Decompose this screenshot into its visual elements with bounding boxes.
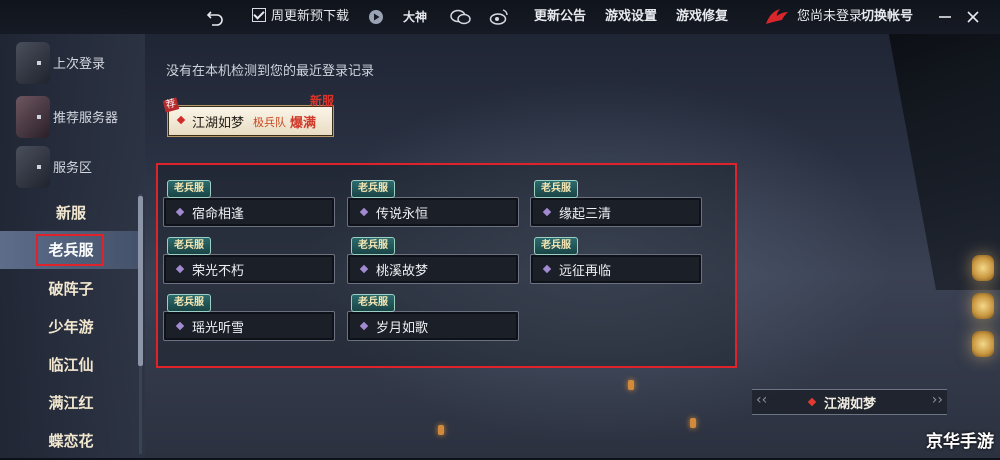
server-name: 远征再临 — [559, 264, 612, 279]
play-icon[interactable] — [367, 8, 385, 26]
recent-server-tag: 极兵队 — [253, 116, 286, 129]
dashen-link[interactable]: 大神 — [403, 0, 427, 34]
server-name: 缘起三清 — [559, 207, 612, 222]
server-button[interactable]: 荣光不朽 — [163, 254, 335, 284]
server-name: 桃溪故梦 — [376, 264, 429, 279]
server-name: 宿命相逢 — [192, 207, 245, 222]
veteran-badge: 老兵服 — [351, 294, 395, 312]
bullet-icon — [37, 61, 41, 65]
prev-arrow-icon[interactable]: ‹‹ — [756, 392, 767, 408]
server-name: 传说永恒 — [376, 207, 429, 222]
checkbox-checked-icon[interactable] — [252, 8, 266, 22]
server-diamond-icon — [359, 264, 369, 274]
recommend-corner-tag: 荐 — [162, 97, 180, 113]
server-sidebar: 上次登录 推荐服务器 服务区 新服 老兵服 破阵子 少年游 临江仙 满江红 蝶恋… — [0, 34, 145, 458]
sidebar-item-last-login[interactable]: 上次登录 — [16, 42, 134, 84]
update-notes-link[interactable]: 更新公告 — [534, 0, 586, 34]
veteran-badge: 老兵服 — [534, 237, 578, 255]
server-name: 岁月如歌 — [376, 321, 429, 336]
server-button[interactable]: 岁月如歌 — [347, 311, 519, 341]
sidebar-item-server-area[interactable]: 服务区 — [16, 146, 134, 188]
veteran-badge: 老兵服 — [167, 237, 211, 255]
category-new[interactable]: 新服 — [0, 194, 142, 232]
server-button[interactable]: 宿命相逢 — [163, 197, 335, 227]
game-repair-link[interactable]: 游戏修复 — [676, 0, 728, 34]
server-diamond-icon — [175, 207, 185, 217]
server-diamond-icon — [175, 264, 185, 274]
new-server-tag: 新服 — [310, 94, 335, 108]
login-status: 您尚未登录 — [797, 9, 863, 24]
server-diamond-icon — [359, 321, 369, 331]
server-button[interactable]: 远征再临 — [530, 254, 702, 284]
server-item[interactable]: 瑶光听雪 老兵服 — [163, 294, 335, 341]
lantern — [972, 293, 994, 319]
avatar — [16, 146, 50, 188]
weibo-icon[interactable] — [489, 8, 509, 26]
distant-lantern — [438, 425, 444, 435]
sidebar-item-label: 上次登录 — [53, 57, 106, 72]
game-settings-link[interactable]: 游戏设置 — [605, 0, 657, 34]
server-button[interactable]: 传说永恒 — [347, 197, 519, 227]
veteran-badge: 老兵服 — [351, 237, 395, 255]
current-server-diamond-icon — [807, 397, 817, 407]
veteran-badge: 老兵服 — [167, 294, 211, 312]
veteran-badge: 老兵服 — [534, 180, 578, 198]
server-item[interactable]: 宿命相逢 老兵服 — [163, 180, 335, 227]
back-icon[interactable] — [206, 8, 224, 26]
minimize-icon[interactable] — [936, 8, 954, 26]
recent-server-status: 爆满 — [290, 116, 317, 131]
roof-silhouette — [888, 30, 1000, 290]
server-item[interactable]: 岁月如歌 老兵服 — [347, 294, 519, 341]
veteran-badge: 老兵服 — [351, 180, 395, 198]
recent-server-button[interactable]: 荐 江湖如梦 极兵队 爆满 — [162, 97, 334, 137]
server-button[interactable]: 缘起三清 — [530, 197, 702, 227]
sidebar-item-label: 推荐服务器 — [53, 111, 119, 126]
avatar — [16, 96, 50, 138]
distant-lantern — [690, 418, 696, 428]
category-shaonianyou[interactable]: 少年游 — [0, 308, 142, 346]
lantern — [972, 331, 994, 357]
top-bar: 周更新预下载 大神 更新公告 游戏设置 游戏修复 您尚未登录 切换帐号 — [0, 0, 1000, 34]
sidebar-item-recommended[interactable]: 推荐服务器 — [16, 96, 134, 138]
category-linjiangxian[interactable]: 临江仙 — [0, 346, 142, 384]
sidebar-item-label: 服务区 — [53, 161, 93, 176]
watermark: 京华手游 — [926, 432, 994, 452]
category-manjianghong[interactable]: 满江红 — [0, 384, 142, 422]
switch-account-link[interactable]: 切换帐号 — [861, 0, 913, 34]
wechat-icon[interactable] — [450, 8, 472, 26]
bullet-icon — [37, 115, 41, 119]
veteran-badge: 老兵服 — [167, 180, 211, 198]
server-button[interactable]: 瑶光听雪 — [163, 311, 335, 341]
lantern — [972, 255, 994, 281]
scrollbar-thumb[interactable] — [138, 196, 143, 366]
status-diamond-icon — [176, 115, 186, 125]
highlight-box — [36, 234, 104, 266]
server-name: 瑶光听雪 — [192, 321, 245, 336]
server-item[interactable]: 桃溪故梦 老兵服 — [347, 237, 519, 284]
current-server-name: 江湖如梦 — [824, 397, 877, 412]
server-item[interactable]: 荣光不朽 老兵服 — [163, 237, 335, 284]
server-item[interactable]: 传说永恒 老兵服 — [347, 180, 519, 227]
server-button[interactable]: 桃溪故梦 — [347, 254, 519, 284]
server-diamond-icon — [542, 207, 552, 217]
server-name: 荣光不朽 — [192, 264, 245, 279]
category-dielianhua[interactable]: 蝶恋花 — [0, 422, 142, 460]
server-diamond-icon — [359, 207, 369, 217]
current-server-selector[interactable]: ‹‹ 江湖如梦 ›› — [752, 389, 947, 415]
next-arrow-icon[interactable]: ›› — [932, 392, 943, 408]
recent-server-name: 江湖如梦 — [192, 116, 245, 131]
server-diamond-icon — [542, 264, 552, 274]
avatar — [16, 42, 50, 84]
server-diamond-icon — [175, 321, 185, 331]
netease-logo-icon — [766, 9, 788, 24]
bullet-icon — [37, 165, 41, 169]
distant-lantern — [628, 380, 634, 390]
server-item[interactable]: 缘起三清 老兵服 — [530, 180, 702, 227]
predownload-label: 周更新预下载 — [271, 9, 350, 24]
close-icon[interactable] — [964, 8, 982, 26]
no-recent-login-text: 没有在本机检测到您的最近登录记录 — [166, 64, 375, 79]
category-pozhenzi[interactable]: 破阵子 — [0, 270, 142, 308]
server-item[interactable]: 远征再临 老兵服 — [530, 237, 702, 284]
predownload-checkbox[interactable]: 周更新预下载 — [252, 0, 349, 34]
